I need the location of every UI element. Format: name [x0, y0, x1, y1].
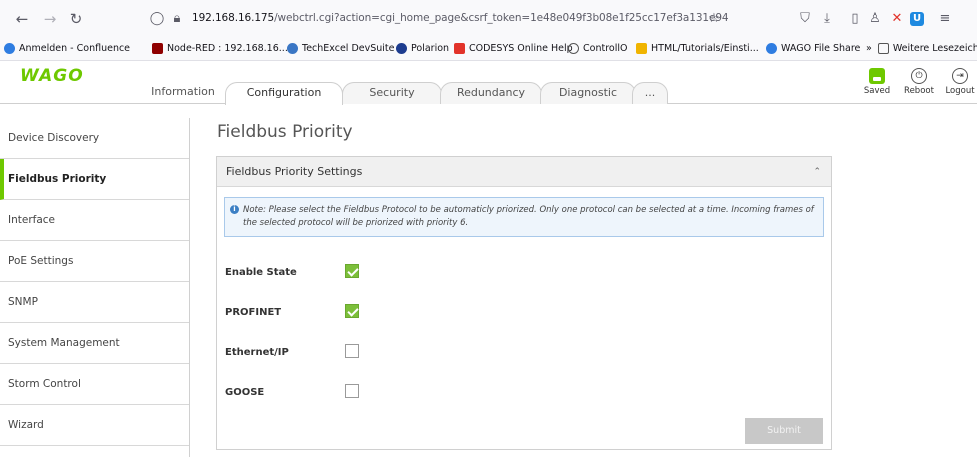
- bookmark-confluence[interactable]: Anmelden - Confluence: [4, 43, 130, 54]
- file-share-icon: [766, 43, 777, 54]
- logout-button[interactable]: ⇥ Logout: [943, 68, 977, 96]
- url-host: 192.168.16.175: [192, 12, 275, 24]
- confluence-icon: [4, 43, 15, 54]
- panel-header[interactable]: Fieldbus Priority Settings ⌃: [217, 157, 831, 187]
- save-icon: [869, 68, 885, 84]
- tab-security[interactable]: Security: [342, 82, 442, 104]
- info-icon: i: [230, 205, 239, 214]
- bookmarks-bar: Anmelden - Confluence Node-RED : 192.168…: [0, 40, 977, 61]
- note-text: Note: Please select the Fieldbus Protoco…: [243, 205, 814, 228]
- folder-icon: [877, 43, 889, 54]
- tab-information[interactable]: Information: [143, 82, 223, 104]
- sidebar-item-storm-control[interactable]: Storm Control: [0, 364, 189, 405]
- bookmark-label: Polarion: [411, 43, 450, 54]
- menu-icon[interactable]: ≡: [936, 10, 954, 28]
- sidebar-item-snmp[interactable]: SNMP: [0, 282, 189, 323]
- saved-button[interactable]: Saved: [860, 68, 894, 96]
- bookmark-label: Weitere Lesezeichen: [892, 43, 977, 54]
- chevron-double-right-icon: »: [866, 43, 872, 54]
- polarion-icon: [396, 43, 407, 54]
- setting-row-enable-state: Enable State: [225, 264, 825, 284]
- bookmark-codesys[interactable]: CODESYS Online Help: [454, 43, 573, 54]
- sidebar-item-wizard[interactable]: Wizard: [0, 405, 189, 446]
- bookmark-polarion[interactable]: Polarion: [396, 43, 449, 54]
- back-arrow-icon[interactable]: ←: [12, 9, 32, 29]
- setting-row-profinet: PROFINET: [225, 304, 825, 324]
- reboot-button[interactable]: ⏻ Reboot: [902, 68, 936, 96]
- tab-redundancy[interactable]: Redundancy: [440, 82, 542, 104]
- sidebar-toggle-icon[interactable]: ▯: [846, 10, 864, 28]
- setting-label: GOOSE: [225, 387, 265, 398]
- tab-more[interactable]: ...: [632, 82, 668, 104]
- goose-checkbox[interactable]: [345, 384, 359, 398]
- bookmark-controllo[interactable]: ControllO: [568, 43, 627, 54]
- saved-label: Saved: [863, 86, 891, 96]
- logout-icon: ⇥: [952, 68, 968, 84]
- setting-label: Enable State: [225, 267, 297, 278]
- pocket-icon[interactable]: ⛉: [796, 10, 814, 28]
- lock-icon[interactable]: 🔒︎: [168, 10, 186, 28]
- enable-state-checkbox[interactable]: [345, 264, 359, 278]
- forward-arrow-icon[interactable]: →: [40, 9, 60, 29]
- bookmark-star-icon[interactable]: ☆: [705, 10, 723, 28]
- chevron-up-icon[interactable]: ⌃: [813, 157, 821, 187]
- download-icon[interactable]: ⤓: [818, 10, 836, 28]
- bookmark-label: ControllO: [583, 43, 628, 54]
- browser-toolbar: ← → ↻ ◯ 🔒︎ 192.168.16.175/webctrl.cgi?ac…: [0, 0, 977, 40]
- bookmark-label: Anmelden - Confluence: [19, 43, 131, 54]
- tutorials-icon: [636, 43, 647, 54]
- codesys-icon: [454, 43, 465, 54]
- sidebar-item-poe-settings[interactable]: PoE Settings: [0, 241, 189, 282]
- more-bookmarks[interactable]: » Weitere Lesezeichen: [866, 43, 977, 54]
- reload-icon[interactable]: ↻: [66, 9, 86, 29]
- globe-icon: [568, 43, 579, 54]
- fieldbus-settings-panel: Fieldbus Priority Settings ⌃ i Note: Ple…: [216, 156, 832, 450]
- bookmark-label: WAGO File Share: [781, 43, 861, 54]
- app-header: WAGO Information Configuration Security …: [0, 62, 977, 105]
- submit-button[interactable]: Submit: [745, 418, 823, 444]
- extension-x-icon[interactable]: ✕: [888, 10, 906, 28]
- setting-row-goose: GOOSE: [225, 384, 825, 404]
- sidebar-item-interface[interactable]: Interface: [0, 200, 189, 241]
- setting-row-ethernet-ip: Ethernet/IP: [225, 344, 825, 364]
- extension-u-icon[interactable]: U: [910, 12, 924, 26]
- logout-label: Logout: [945, 86, 975, 96]
- page-title: Fieldbus Priority: [217, 122, 353, 142]
- setting-label: Ethernet/IP: [225, 347, 289, 358]
- url-path: /webctrl.cgi?action=cgi_home_page&csrf_t…: [274, 12, 729, 24]
- bookmark-label: HTML/Tutorials/Einsti...: [651, 43, 759, 54]
- info-note: i Note: Please select the Fieldbus Proto…: [224, 197, 824, 237]
- reboot-label: Reboot: [904, 86, 934, 96]
- account-icon[interactable]: ♙: [866, 10, 884, 28]
- profinet-checkbox[interactable]: [345, 304, 359, 318]
- bookmark-techexcel[interactable]: TechExcel DevSuite: [287, 43, 395, 54]
- shield-icon[interactable]: ◯: [148, 10, 166, 28]
- bookmark-node-red[interactable]: Node-RED : 192.168.16...: [152, 43, 288, 54]
- setting-label: PROFINET: [225, 307, 282, 318]
- tab-configuration[interactable]: Configuration: [225, 82, 343, 105]
- bookmark-label: TechExcel DevSuite: [302, 43, 395, 54]
- node-red-icon: [152, 43, 163, 54]
- sidebar-item-system-management[interactable]: System Management: [0, 323, 189, 364]
- wago-logo: WAGO: [20, 66, 84, 86]
- bookmark-html-tutorials[interactable]: HTML/Tutorials/Einsti...: [636, 43, 759, 54]
- tab-diagnostic[interactable]: Diagnostic: [540, 82, 636, 104]
- sidebar-item-fieldbus-priority[interactable]: Fieldbus Priority: [0, 159, 189, 200]
- bookmark-label: CODESYS Online Help: [469, 43, 573, 54]
- sidebar-item-device-discovery[interactable]: Device Discovery: [0, 118, 189, 159]
- bookmark-label: Node-RED : 192.168.16...: [167, 43, 288, 54]
- techexcel-icon: [287, 43, 298, 54]
- power-icon: ⏻: [911, 68, 927, 84]
- url-field[interactable]: 192.168.16.175/webctrl.cgi?action=cgi_ho…: [192, 12, 729, 24]
- ethernet-ip-checkbox[interactable]: [345, 344, 359, 358]
- sidebar: Device Discovery Fieldbus Priority Inter…: [0, 118, 190, 457]
- panel-title: Fieldbus Priority Settings: [226, 165, 363, 178]
- bookmark-wago-file-share[interactable]: WAGO File Share: [766, 43, 860, 54]
